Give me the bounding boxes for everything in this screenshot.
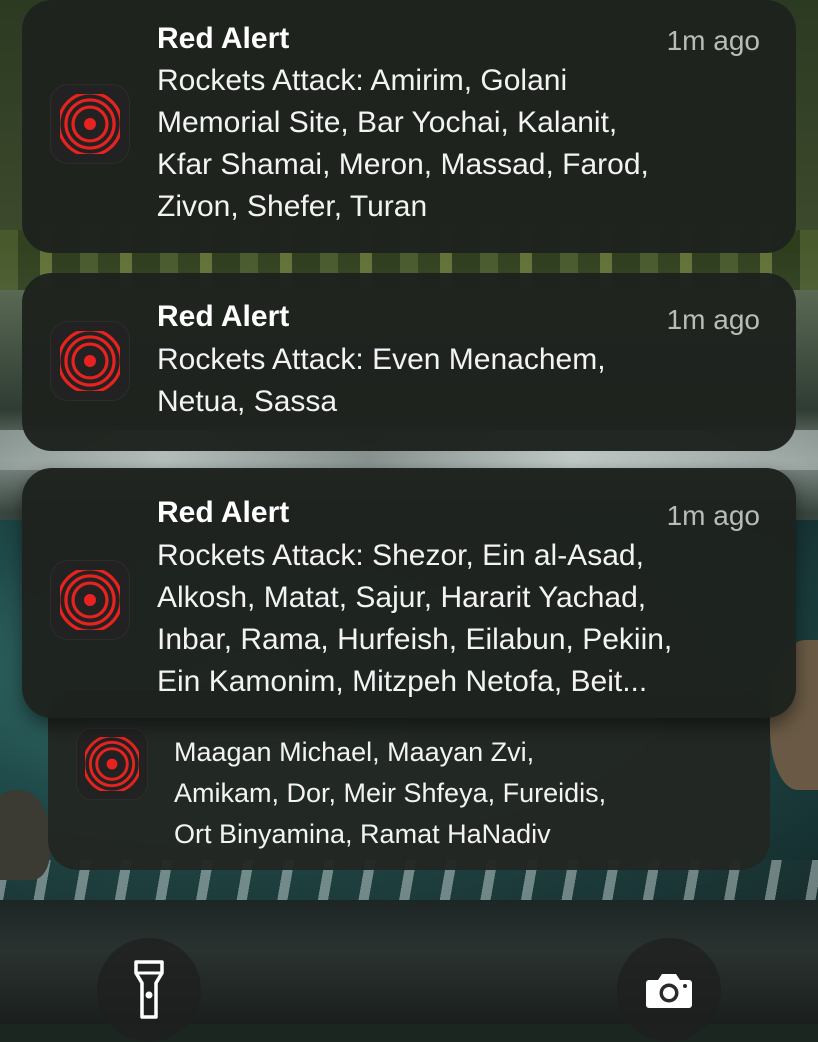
notification-body: Rockets Attack: Even Menachem, Netua, Sa… [157, 339, 757, 423]
notification-card[interactable]: Red Alert 1m ago Rockets Attack: Even Me… [22, 273, 796, 451]
notification-app-name: Red Alert [157, 22, 290, 55]
camera-button[interactable] [617, 938, 721, 1042]
notification-app-name: Red Alert [157, 496, 290, 529]
notification-line: Rockets Attack: Even Menachem, [157, 343, 606, 376]
notification-time: 1m ago [666, 500, 760, 531]
notification-card[interactable]: Red Alert 1m ago Rockets Attack: Amirim,… [22, 0, 796, 253]
notification-body: Rockets Attack: Amirim, Golani Memorial … [157, 60, 757, 228]
notification-line: Maagan Michael, Maayan Zvi, [174, 737, 535, 767]
siren-glyph [60, 94, 120, 154]
notification-body: Maagan Michael, Maayan Zvi, Amikam, Dor,… [174, 732, 754, 855]
notification-line: Ein Kamonim, Mitzpeh Netofa, Beit... [157, 665, 648, 698]
notification-line: Alkosh, Matat, Sajur, Hararit Yachad, [157, 581, 647, 614]
notification-line: Zivon, Shefer, Turan [157, 190, 428, 223]
notification-line: Netua, Sassa [157, 385, 338, 418]
siren-glyph [60, 570, 120, 630]
notification-line: Amikam, Dor, Meir Shfeya, Fureidis, [174, 778, 607, 808]
camera-icon [646, 974, 692, 1008]
notification-time: 1m ago [666, 25, 760, 56]
flashlight-button[interactable] [97, 938, 201, 1042]
siren-glyph [60, 331, 120, 391]
notification-line: Rockets Attack: Shezor, Ein al-Asad, [157, 539, 644, 572]
red-alert-siren-icon [50, 321, 130, 401]
notification-card[interactable]: Red Alert 1m ago Rockets Attack: Shezor,… [22, 468, 796, 718]
notification-app-name: Red Alert [157, 300, 290, 333]
notification-line: Rockets Attack: Amirim, Golani [157, 64, 568, 97]
red-alert-siren-icon [50, 84, 130, 164]
notification-line: Kfar Shamai, Meron, Massad, Farod, [157, 148, 649, 181]
notification-body: Rockets Attack: Shezor, Ein al-Asad, Alk… [157, 535, 757, 703]
notification-time: 1m ago [666, 304, 760, 335]
flashlight-icon [134, 960, 164, 1019]
siren-glyph [85, 737, 139, 791]
red-alert-siren-icon [50, 560, 130, 640]
red-alert-siren-icon [76, 728, 148, 800]
notification-line: Inbar, Rama, Hurfeish, Eilabun, Pekiin, [157, 623, 673, 656]
notification-line: Ort Binyamina, Ramat HaNadiv [174, 819, 551, 849]
notification-line: Memorial Site, Bar Yochai, Kalanit, [157, 106, 618, 139]
